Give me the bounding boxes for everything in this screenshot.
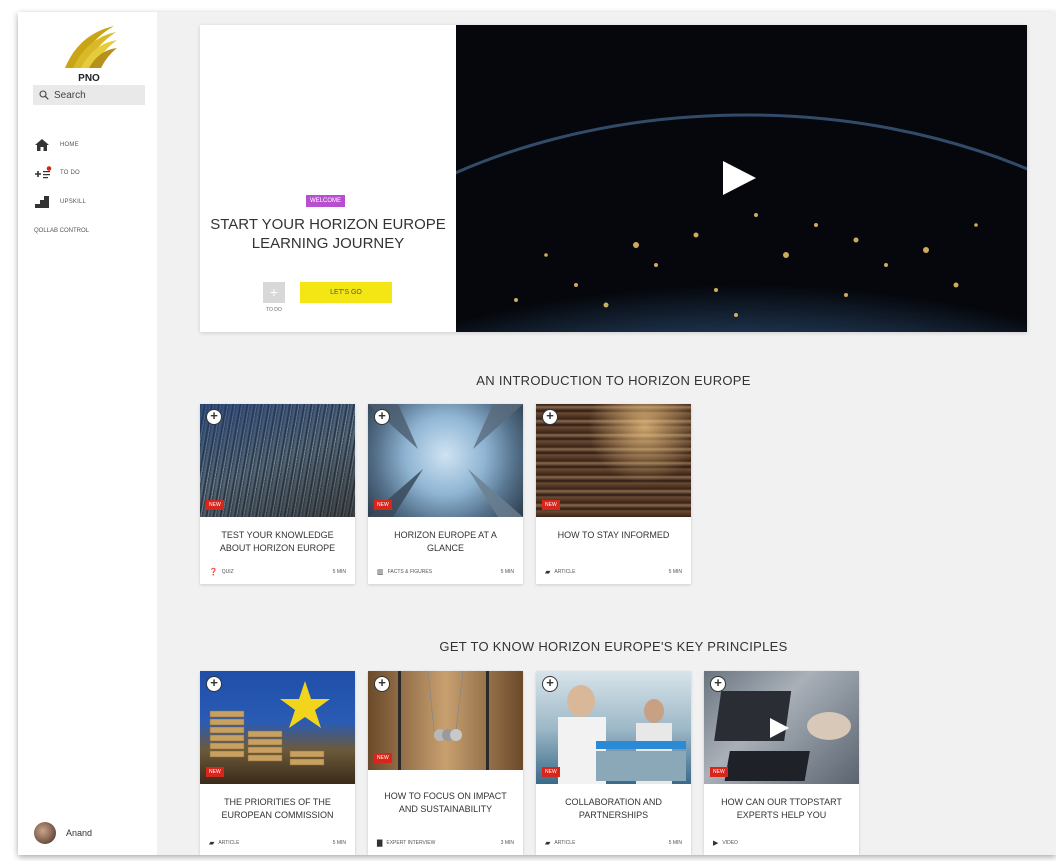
play-icon: ▶ xyxy=(713,840,719,847)
nav-label-upskill: UPSKILL xyxy=(60,199,87,205)
card-image: + NEW xyxy=(200,404,355,517)
lets-go-button[interactable]: LET'S GO xyxy=(300,282,392,303)
hero-text-panel: WELCOME START YOUR HORIZON EUROPE LEARNI… xyxy=(200,25,456,332)
card-image: + NEW xyxy=(704,671,859,784)
new-badge: NEW xyxy=(374,500,392,510)
content-card[interactable]: + NEW HOW CAN OUR TTOPSTART EXPERTS HELP… xyxy=(704,671,859,855)
card-type: ARTICLE xyxy=(554,840,576,846)
content-card[interactable]: + NEW HOW TO STAY INFORMED ▰ ARTICLE 5 MI… xyxy=(536,404,691,584)
search-icon xyxy=(39,90,49,100)
card-duration: 3 MIN xyxy=(500,840,514,846)
card-duration: 5 MIN xyxy=(500,569,514,575)
content-card[interactable]: + NEW HORIZON EUROPE AT A GLANCE ▥ FACTS … xyxy=(368,404,523,584)
section-title-introduction: AN INTRODUCTION TO HORIZON EUROPE xyxy=(476,373,751,388)
search-placeholder: Search xyxy=(54,89,86,101)
todo-icon xyxy=(34,166,52,180)
nav-item-todo[interactable]: TO DO xyxy=(34,166,80,180)
question-icon: ❓ xyxy=(209,569,218,576)
card-meta: ▇ EXPERT INTERVIEW 3 MIN xyxy=(377,839,514,847)
content-card[interactable]: + NEW HOW TO FOCUS ON IMPACT AND SUSTAIN… xyxy=(368,671,523,855)
hero-title: START YOUR HORIZON EUROPE LEARNING JOURN… xyxy=(200,215,456,253)
play-icon[interactable] xyxy=(770,718,789,738)
card-image: + NEW xyxy=(368,671,523,770)
add-icon[interactable]: + xyxy=(542,409,558,425)
card-title: COLLABORATION AND PARTNERSHIPS xyxy=(565,797,662,820)
card-image: + NEW xyxy=(368,404,523,517)
card-image: + NEW xyxy=(200,671,355,784)
nav-label-home: HOME xyxy=(60,142,79,148)
card-type: ARTICLE xyxy=(554,569,576,575)
add-icon[interactable]: + xyxy=(710,676,726,692)
card-meta: ▰ ARTICLE 5 MIN xyxy=(545,839,682,847)
add-icon[interactable]: + xyxy=(374,676,390,692)
section-title-key-principles: GET TO KNOW HORIZON EUROPE'S KEY PRINCIP… xyxy=(439,639,788,654)
new-badge: NEW xyxy=(206,767,224,777)
welcome-tag: WELCOME xyxy=(306,195,346,207)
card-duration: 5 MIN xyxy=(332,840,346,846)
content-card[interactable]: + NEW TEST YOUR KNOWLEDGE ABOUT HORIZON … xyxy=(200,404,355,584)
new-badge: NEW xyxy=(542,500,560,510)
card-title: HORIZON EUROPE AT A GLANCE xyxy=(394,530,497,553)
card-title: HOW TO STAY INFORMED xyxy=(557,529,670,540)
logo-text: PNO xyxy=(78,73,100,84)
card-type: FACTS & FIGURES xyxy=(387,569,433,575)
book-icon: ▰ xyxy=(545,569,551,576)
add-icon[interactable]: + xyxy=(206,676,222,692)
stairs-icon xyxy=(34,195,52,209)
nav-item-home[interactable]: HOME xyxy=(34,138,79,152)
notification-dot xyxy=(46,166,52,171)
card-type: EXPERT INTERVIEW xyxy=(386,840,436,846)
todo-label: TO DO xyxy=(266,307,282,313)
card-type: ARTICLE xyxy=(218,840,240,846)
chat-icon: ▇ xyxy=(377,840,383,847)
new-badge: NEW xyxy=(374,753,392,763)
sidebar: PNO Search HOME TO DO UPSKILL QOLLAB CON… xyxy=(18,12,157,855)
add-to-todo-button[interactable]: + xyxy=(263,282,285,303)
card-meta: ▥ FACTS & FIGURES 5 MIN xyxy=(377,568,514,576)
play-icon[interactable] xyxy=(723,161,756,195)
hero-title-line1: START YOUR HORIZON EUROPE xyxy=(210,216,446,233)
card-title: HOW TO FOCUS ON IMPACT AND SUSTAINABILIT… xyxy=(384,791,507,814)
content-card[interactable]: + NEW THE PRIORITIES OF THE EUROPEAN COM… xyxy=(200,671,355,855)
add-icon[interactable]: + xyxy=(374,409,390,425)
card-title: HOW CAN OUR TTOPSTART EXPERTS HELP YOU xyxy=(721,797,842,820)
book-icon: ▰ xyxy=(545,840,551,847)
card-meta: ▶ VIDEO xyxy=(713,839,850,847)
card-duration: 5 MIN xyxy=(668,840,682,846)
card-meta: ▰ ARTICLE 5 MIN xyxy=(209,839,346,847)
card-duration: 5 MIN xyxy=(668,569,682,575)
app-frame: PNO Search HOME TO DO UPSKILL QOLLAB CON… xyxy=(18,12,1056,855)
card-title: TEST YOUR KNOWLEDGE ABOUT HORIZON EUROPE xyxy=(219,530,336,553)
card-meta: ▰ ARTICLE 5 MIN xyxy=(545,568,682,576)
content-card[interactable]: + NEW COLLABORATION AND PARTNERSHIPS ▰ AR… xyxy=(536,671,691,855)
card-type: QUIZ xyxy=(221,569,234,575)
new-badge: NEW xyxy=(710,767,728,777)
home-icon xyxy=(34,138,52,152)
hero-title-line2: LEARNING JOURNEY xyxy=(251,235,405,252)
add-icon[interactable]: + xyxy=(206,409,222,425)
search-input[interactable]: Search xyxy=(33,85,145,105)
nav-label-todo: TO DO xyxy=(60,170,80,176)
add-icon[interactable]: + xyxy=(542,676,558,692)
hero-banner: WELCOME START YOUR HORIZON EUROPE LEARNI… xyxy=(200,25,1027,332)
card-image: + NEW xyxy=(536,404,691,517)
avatar xyxy=(34,822,56,844)
hero-video[interactable] xyxy=(456,25,1027,332)
card-image: + NEW xyxy=(536,671,691,784)
user-name: Anand xyxy=(66,828,93,838)
card-meta: ❓ QUIZ 5 MIN xyxy=(209,568,346,576)
book-icon: ▰ xyxy=(209,840,215,847)
nav-item-qollab-control[interactable]: QOLLAB CONTROL xyxy=(34,228,89,234)
card-title: THE PRIORITIES OF THE EUROPEAN COMMISSIO… xyxy=(221,797,334,820)
new-badge: NEW xyxy=(206,500,224,510)
bar-chart-icon: ▥ xyxy=(377,569,384,576)
new-badge: NEW xyxy=(542,767,560,777)
card-type: VIDEO xyxy=(722,840,738,846)
card-duration: 5 MIN xyxy=(332,569,346,575)
user-profile[interactable]: Anand xyxy=(34,822,92,844)
pno-logo[interactable]: PNO xyxy=(59,24,119,88)
nav-item-upskill[interactable]: UPSKILL xyxy=(34,195,86,209)
